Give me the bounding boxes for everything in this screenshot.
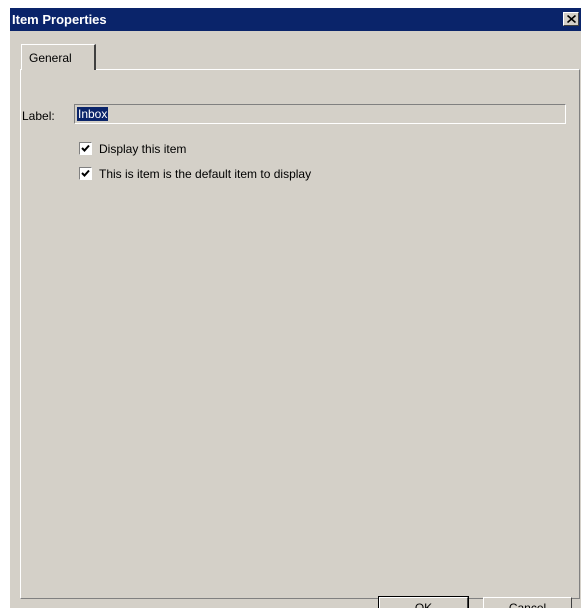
label-input[interactable]: Inbox: [74, 104, 566, 124]
display-item-checkbox[interactable]: [79, 142, 92, 155]
default-item-label: This is item is the default item to disp…: [99, 167, 312, 181]
title-bar[interactable]: Item Properties: [10, 8, 581, 31]
label-caption: Label:: [22, 109, 55, 123]
ok-button[interactable]: OK: [378, 596, 469, 608]
default-item-checkbox[interactable]: [79, 167, 92, 180]
checkmark-icon: [81, 144, 90, 152]
cancel-button[interactable]: Cancel: [483, 597, 572, 608]
close-icon: [567, 15, 576, 23]
close-button[interactable]: [563, 12, 579, 26]
tab-general-label: General: [29, 51, 72, 65]
tab-general[interactable]: General: [21, 44, 96, 70]
checkmark-icon: [81, 169, 90, 177]
item-properties-dialog: Item Properties General Label: Inbox Dis…: [9, 8, 581, 608]
label-input-value: Inbox: [77, 107, 109, 121]
display-item-label: Display this item: [99, 142, 187, 156]
window-title: Item Properties: [12, 12, 107, 27]
